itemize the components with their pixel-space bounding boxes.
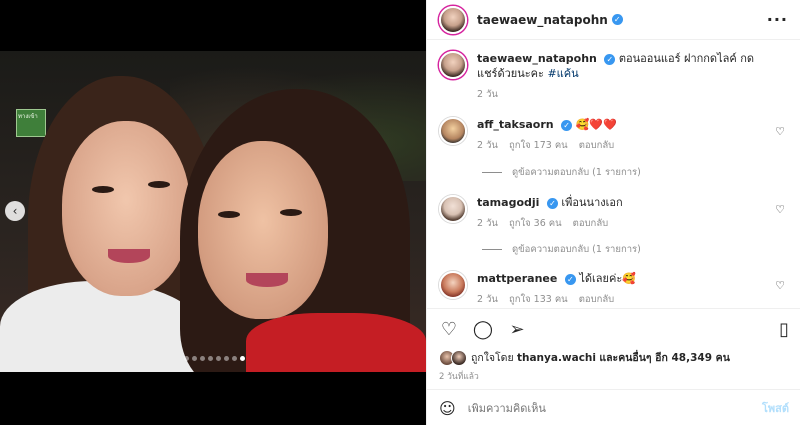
comment-username[interactable]: aff_taksaorn [477, 118, 554, 131]
verified-badge-icon: ✓ [561, 119, 573, 131]
comment-time: 2 วัน [477, 294, 498, 305]
carousel-dot [224, 356, 229, 361]
comment-text: เพื่อนนางเอก [561, 196, 623, 209]
chevron-left-icon: ‹ [12, 204, 18, 218]
emoji-picker-icon[interactable]: ☺ [439, 399, 456, 418]
photo-person-left-face [62, 121, 190, 296]
liked-by[interactable]: ถูกใจโดย thanya.wachi และคนอื่นๆ อีก 48,… [439, 349, 730, 366]
post-header: taewaew_natapohn ✓ ··· [427, 0, 800, 40]
comment-text: ได้เลยค่ะ🥰 [579, 272, 636, 285]
carousel-dot [232, 356, 237, 361]
photo-person-right-top [246, 313, 426, 372]
like-heart-icon[interactable]: ♡ [439, 319, 459, 340]
post-comment-button[interactable]: โพสต์ [762, 399, 789, 417]
caption-hashtag[interactable]: #แค้น [547, 67, 578, 80]
photo-eye [92, 186, 114, 193]
comment-reply-button[interactable]: ตอบกลับ [579, 140, 615, 151]
verified-badge-icon: ✓ [604, 53, 616, 65]
post-photo[interactable]: ทางเข้า [0, 51, 426, 372]
carousel-prev-button[interactable]: ‹ [5, 201, 25, 221]
liked-by-count[interactable]: และคนอื่นๆ อีก 48,349 คน [599, 352, 730, 364]
view-replies-button[interactable]: ดูข้อความตอบกลับ (1 รายการ) [482, 242, 641, 257]
commenter-avatar[interactable] [439, 271, 467, 299]
comment-reply-button[interactable]: ตอบกลับ [573, 218, 609, 229]
post-sidebar: taewaew_natapohn ✓ ··· taewaew_natapohn … [426, 0, 800, 425]
photo-eye [280, 209, 302, 216]
carousel-dots [184, 356, 245, 361]
add-comment-bar: ☺ โพสต์ [427, 389, 800, 425]
comment-username[interactable]: mattperanee [477, 272, 557, 285]
view-replies-text: ดูข้อความตอบกลับ (1 รายการ) [512, 167, 641, 178]
author-avatar[interactable] [439, 5, 467, 34]
photo-mouth [246, 273, 288, 287]
caption-row: taewaew_natapohn ✓ ตอนออนแอร์ ฝากกดไลค์ … [439, 51, 789, 102]
liked-by-user[interactable]: thanya.wachi [517, 352, 596, 364]
comment-time: 2 วัน [477, 218, 498, 229]
replies-line [482, 172, 502, 173]
comment-row: tamagodji ✓ เพื่อนนางเอก 2 วัน ถูกใจ 36 … [439, 195, 789, 231]
more-options-icon[interactable]: ··· [767, 10, 788, 29]
post-media: ทางเข้า ‹ [0, 0, 426, 425]
comment-text: 🥰❤️❤️ [575, 118, 617, 131]
comments-list[interactable]: taewaew_natapohn ✓ ตอนออนแอร์ ฝากกดไลค์ … [427, 41, 800, 308]
comment-row: aff_taksaorn ✓ 🥰❤️❤️ 2 วัน ถูกใจ 173 คน … [439, 117, 789, 153]
carousel-dot [200, 356, 205, 361]
comment-time: 2 วัน [477, 140, 498, 151]
liker-avatar [451, 349, 467, 366]
author-avatar[interactable] [439, 51, 467, 79]
caption-time: 2 วัน [477, 89, 498, 100]
carousel-dot [184, 356, 189, 361]
photo-person-right-face [198, 141, 328, 319]
comment-reply-button[interactable]: ตอบกลับ [579, 294, 615, 305]
view-replies-text: ดูข้อความตอบกลับ (1 รายการ) [512, 244, 641, 255]
photo-eye [148, 181, 170, 188]
post-actions: ♡ ◯ ➢ ▯ ถูกใจโดย thanya.wachi และคนอื่นๆ… [427, 308, 800, 425]
author-username[interactable]: taewaew_natapohn [477, 13, 608, 27]
post-time-ago: 2 วันที่แล้ว [439, 372, 479, 382]
comment-likes[interactable]: ถูกใจ 133 คน [509, 294, 568, 305]
comment-bubble-icon[interactable]: ◯ [473, 319, 493, 340]
carousel-dot [192, 356, 197, 361]
verified-badge-icon: ✓ [611, 14, 623, 25]
verified-badge-icon: ✓ [564, 273, 576, 285]
view-replies-button[interactable]: ดูข้อความตอบกลับ (1 รายการ) [482, 165, 641, 180]
comment-row: mattperanee ✓ ได้เลยค่ะ🥰 2 วัน ถูกใจ 133… [439, 271, 789, 307]
liked-by-prefix: ถูกใจโดย [471, 352, 514, 364]
commenter-avatar[interactable] [439, 117, 467, 145]
photo-eye [218, 211, 240, 218]
share-send-icon[interactable]: ➢ [507, 319, 527, 340]
photo-sign-text: ทางเข้า [18, 113, 38, 120]
commenter-avatar[interactable] [439, 195, 467, 223]
carousel-dot [240, 356, 245, 361]
verified-badge-icon: ✓ [546, 197, 558, 209]
caption-username[interactable]: taewaew_natapohn [477, 52, 597, 65]
comment-like-heart-icon[interactable]: ♡ [775, 203, 785, 216]
replies-line [482, 249, 502, 250]
comment-username[interactable]: tamagodji [477, 196, 539, 209]
comment-input[interactable] [467, 401, 762, 415]
carousel-dot [216, 356, 221, 361]
photo-mouth [108, 249, 150, 263]
save-bookmark-icon[interactable]: ▯ [779, 319, 789, 340]
comment-like-heart-icon[interactable]: ♡ [775, 279, 785, 292]
comment-likes[interactable]: ถูกใจ 36 คน [509, 218, 562, 229]
comment-like-heart-icon[interactable]: ♡ [775, 125, 785, 138]
comment-likes[interactable]: ถูกใจ 173 คน [509, 140, 568, 151]
carousel-dot [208, 356, 213, 361]
